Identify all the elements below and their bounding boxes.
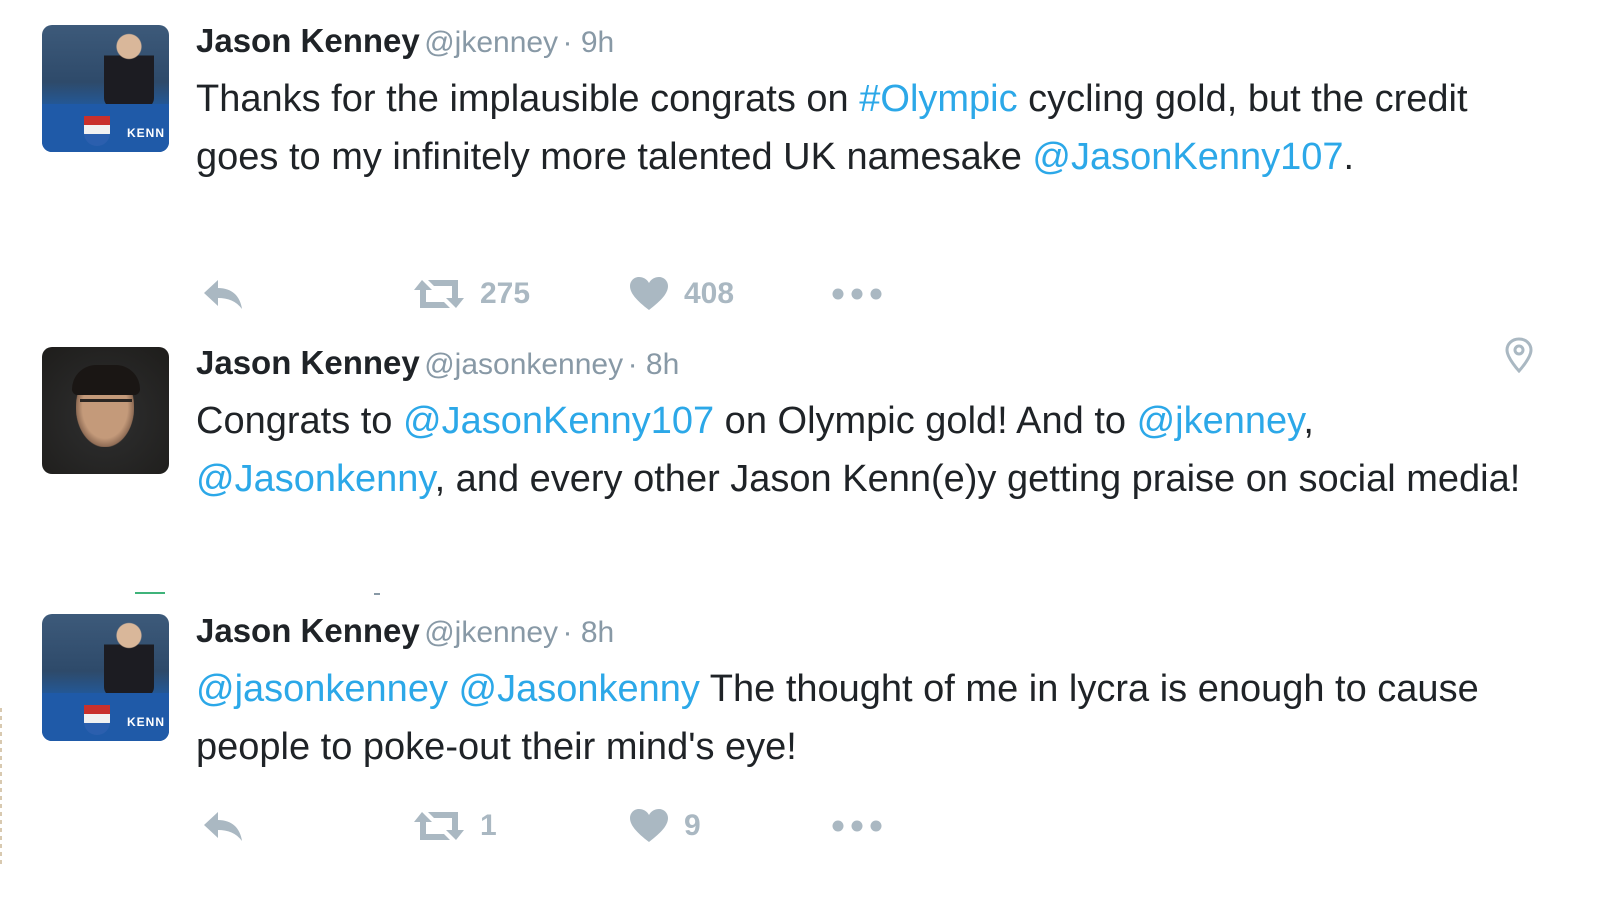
like-button[interactable]: 9 xyxy=(628,808,701,844)
tweet-text-segment xyxy=(448,668,459,710)
avatar-banner-text: KENN xyxy=(126,126,165,140)
crest-icon xyxy=(84,705,110,735)
retweet-icon xyxy=(412,276,466,312)
mention-link[interactable]: @Jasonkenny xyxy=(196,458,435,500)
tweet-header: Jason Kenney @jkenney · 9h xyxy=(196,22,614,60)
more-button[interactable] xyxy=(830,808,884,844)
retweet-icon xyxy=(412,808,466,844)
like-count: 9 xyxy=(684,809,701,842)
tweet-header: Jason Kenney @jkenney · 8h xyxy=(196,612,614,650)
user-handle[interactable]: @jasonkenney xyxy=(424,348,623,381)
tweet-text-segment: on Olympic gold! And to xyxy=(714,400,1137,442)
speaker-figure xyxy=(104,33,154,108)
timestamp[interactable]: · 8h xyxy=(628,348,680,381)
crest-icon xyxy=(84,116,110,146)
location-pin-icon[interactable] xyxy=(1505,337,1533,378)
retweet-button[interactable]: 275 xyxy=(412,276,530,312)
retweet-count: 275 xyxy=(480,277,531,310)
tweet-text: Congrats to @JasonKenny107 on Olympic go… xyxy=(196,392,1546,508)
tweet-text-segment: . xyxy=(1343,136,1355,178)
divider-mark xyxy=(135,592,165,594)
more-icon xyxy=(830,276,884,312)
like-button[interactable]: 408 xyxy=(628,276,734,312)
like-count: 408 xyxy=(684,277,735,310)
mention-link[interactable]: @Jasonkenny xyxy=(459,668,700,710)
more-button[interactable] xyxy=(830,276,884,312)
more-icon xyxy=(830,808,884,844)
speaker-figure xyxy=(104,622,154,697)
avatar[interactable]: KENN xyxy=(42,25,169,152)
heart-icon xyxy=(628,808,670,844)
edge-border xyxy=(0,708,2,868)
tweet-text-segment: Thanks for the implausible congrats on xyxy=(196,78,860,120)
tweet-text-segment: Congrats to xyxy=(196,400,403,442)
avatar[interactable] xyxy=(42,347,169,474)
hashtag-link[interactable]: #Olympic xyxy=(859,78,1017,120)
reply-button[interactable] xyxy=(200,276,246,312)
mention-link[interactable]: @jasonkenney xyxy=(196,668,448,710)
divider-dot xyxy=(374,593,380,595)
tweet-text-segment: , and every other Jason Kenn(e)y getting… xyxy=(434,458,1521,500)
tweet-header: Jason Kenney @jasonkenney · 8h xyxy=(196,344,679,382)
mention-link[interactable]: @jkenney xyxy=(1137,400,1304,442)
timestamp[interactable]: · 9h xyxy=(563,26,615,59)
tweet-text: Thanks for the implausible congrats on #… xyxy=(196,70,1546,186)
reply-button[interactable] xyxy=(200,808,246,844)
user-handle[interactable]: @jkenney xyxy=(424,26,558,59)
display-name[interactable]: Jason Kenney xyxy=(196,344,420,381)
avatar-hair xyxy=(72,365,140,395)
reply-icon xyxy=(200,276,246,312)
retweet-count: 1 xyxy=(480,809,497,842)
tweet-text-segment: , xyxy=(1303,400,1314,442)
glasses-icon xyxy=(80,399,132,414)
display-name[interactable]: Jason Kenney xyxy=(196,612,420,649)
avatar-banner-text: KENN xyxy=(126,715,165,729)
display-name[interactable]: Jason Kenney xyxy=(196,22,420,59)
reply-icon xyxy=(200,808,246,844)
avatar[interactable]: KENN xyxy=(42,614,169,741)
retweet-button[interactable]: 1 xyxy=(412,808,497,844)
timestamp[interactable]: · 8h xyxy=(563,616,615,649)
heart-icon xyxy=(628,276,670,312)
mention-link[interactable]: @JasonKenny107 xyxy=(1032,136,1343,178)
mention-link[interactable]: @JasonKenny107 xyxy=(403,400,714,442)
user-handle[interactable]: @jkenney xyxy=(424,616,558,649)
tweet-text: @jasonkenney @Jasonkenny The thought of … xyxy=(196,660,1546,776)
